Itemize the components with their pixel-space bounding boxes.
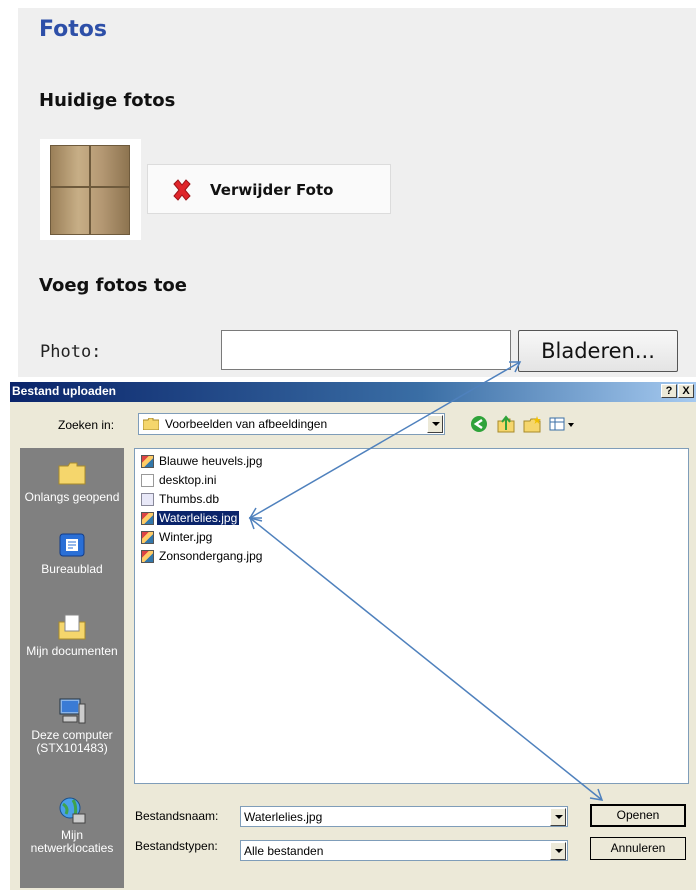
file-name: desktop.ini [159, 473, 217, 487]
filetype-label: Bestandstypen: [135, 839, 218, 853]
photo-label: Photo: [40, 342, 102, 362]
filetype-select[interactable]: Alle bestanden [240, 840, 568, 861]
chevron-down-icon[interactable] [550, 842, 566, 860]
db-file-icon [141, 493, 154, 507]
file-item[interactable]: Thumbs.db [141, 491, 221, 508]
cabinet-image [50, 145, 130, 235]
jpg-file-icon [141, 531, 154, 545]
places-bar: Onlangs geopend Bureaublad Mijn document… [20, 448, 124, 888]
browse-button[interactable]: Bladeren... [518, 330, 678, 372]
new-folder-icon[interactable] [522, 415, 542, 433]
computer-icon [59, 698, 86, 724]
filetype-value: Alle bestanden [244, 844, 324, 858]
place-computer[interactable]: Deze computer (STX101483) [20, 696, 124, 755]
my-documents-icon [58, 614, 86, 640]
add-photos-heading: Voeg fotos toe [39, 275, 187, 296]
jpg-file-icon [141, 455, 154, 469]
file-item[interactable]: desktop.ini [141, 472, 218, 489]
file-name: Zonsondergang.jpg [159, 549, 263, 563]
place-recent[interactable]: Onlangs geopend [20, 458, 124, 504]
network-icon [59, 797, 86, 824]
delete-photo-label: Verwijder Foto [210, 181, 334, 199]
current-photos-heading: Huidige fotos [39, 90, 176, 111]
file-name: Waterlelies.jpg [155, 510, 241, 526]
jpg-file-icon [141, 512, 154, 526]
place-computer-label: Deze computer (STX101483) [31, 728, 113, 755]
place-documents[interactable]: Mijn documenten [20, 612, 124, 658]
filename-input[interactable]: Waterlelies.jpg [240, 806, 568, 827]
desktop-icon [59, 533, 85, 557]
file-name: Thumbs.db [159, 492, 220, 506]
place-desktop-label: Bureaublad [41, 562, 103, 576]
settings-file-icon [141, 474, 154, 488]
delete-x-icon [173, 179, 191, 201]
file-item[interactable]: Blauwe heuvels.jpg [141, 453, 264, 470]
folder-icon [143, 418, 159, 430]
look-in-value: Voorbeelden van afbeeldingen [165, 417, 328, 431]
open-button[interactable]: Openen [590, 804, 686, 827]
file-list[interactable]: Blauwe heuvels.jpg desktop.ini Thumbs.db… [134, 448, 689, 784]
place-recent-label: Onlangs geopend [24, 490, 120, 504]
file-name: Winter.jpg [159, 530, 213, 544]
place-network[interactable]: Mijn netwerklocaties [20, 796, 124, 855]
file-upload-dialog: Bestand uploaden ? X Zoeken in: Voorbeel… [10, 382, 696, 890]
look-in-dropdown[interactable]: Voorbeelden van afbeeldingen [138, 413, 445, 435]
up-folder-icon[interactable] [496, 415, 516, 433]
file-name: Blauwe heuvels.jpg [159, 454, 263, 468]
dialog-titlebar: Bestand uploaden ? X [10, 382, 696, 402]
place-desktop[interactable]: Bureaublad [20, 530, 124, 576]
dialog-title: Bestand uploaden [12, 384, 117, 398]
back-icon[interactable] [470, 415, 490, 433]
place-network-label: Mijn netwerklocaties [30, 828, 114, 855]
recent-folder-icon [58, 462, 86, 485]
filename-value: Waterlelies.jpg [244, 810, 323, 824]
delete-photo-button[interactable]: Verwijder Foto [147, 164, 391, 214]
file-item-selected[interactable]: Waterlelies.jpg [141, 510, 241, 527]
help-button[interactable]: ? [661, 384, 677, 398]
page-title: Fotos [39, 17, 107, 42]
place-documents-label: Mijn documenten [26, 644, 118, 658]
photo-thumbnail [40, 139, 141, 240]
chevron-down-icon[interactable] [427, 415, 443, 433]
photo-file-input[interactable] [221, 330, 511, 370]
view-menu-icon[interactable] [548, 415, 576, 433]
file-item[interactable]: Zonsondergang.jpg [141, 548, 264, 565]
jpg-file-icon [141, 550, 154, 564]
chevron-down-icon[interactable] [550, 808, 566, 826]
filename-label: Bestandsnaam: [135, 809, 219, 823]
cancel-button[interactable]: Annuleren [590, 837, 686, 860]
file-item[interactable]: Winter.jpg [141, 529, 214, 546]
webpage-form: Fotos Huidige fotos Verwijder Foto Voeg … [18, 8, 696, 377]
close-button[interactable]: X [678, 384, 694, 398]
look-in-label: Zoeken in: [58, 418, 115, 432]
